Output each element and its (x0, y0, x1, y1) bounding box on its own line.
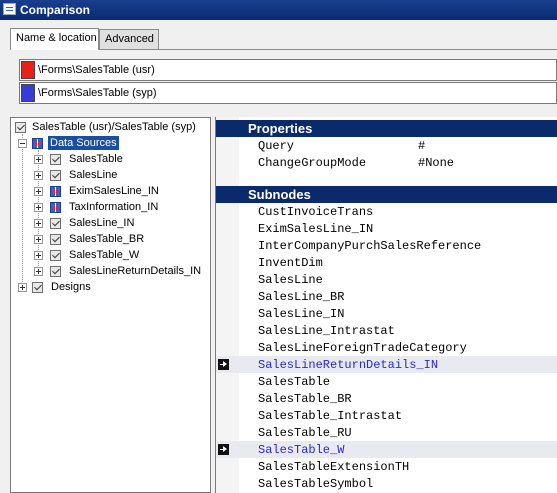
subnode-row[interactable]: InterCompanyPurchSalesReference (216, 237, 557, 254)
syp-color-swatch (21, 84, 35, 102)
subnode-name: InventDim (258, 256, 323, 270)
syp-location-text: \Forms\SalesTable (syp) (38, 87, 157, 99)
checkbox-icon[interactable] (50, 250, 61, 261)
subnode-row[interactable]: SalesTable_Intrastat (216, 407, 557, 424)
checkbox-icon[interactable] (32, 282, 43, 293)
subnode-name: SalesTable_RU (258, 426, 352, 440)
goto-arrow-icon[interactable] (218, 444, 229, 455)
subnode-row[interactable]: InventDim (216, 254, 557, 271)
property-row[interactable]: ChangeGroupMode #None (216, 154, 557, 171)
property-name: ChangeGroupMode (258, 156, 367, 170)
tree-item-label: SalesTable_W (69, 249, 140, 261)
subnode-name: SalesTableSymbol (258, 477, 374, 491)
checkbox-icon[interactable] (50, 170, 61, 181)
collapse-icon[interactable] (18, 139, 27, 148)
subnode-row-highlighted[interactable]: SalesLineReturnDetails_IN (216, 356, 557, 373)
expand-icon[interactable] (34, 171, 43, 180)
checkbox-icon[interactable] (50, 154, 61, 165)
tab-name-location[interactable]: Name & location (10, 28, 99, 50)
expand-icon[interactable] (34, 267, 43, 276)
tree-item-label: SalesTable_BR (69, 233, 145, 245)
details-pane: Properties Query # ChangeGroupMode #None… (215, 117, 557, 493)
subnodes-header: Subnodes (216, 186, 557, 203)
syp-location-field[interactable]: \Forms\SalesTable (syp) (19, 82, 557, 104)
subnode-row[interactable]: SalesLine_Intrastat (216, 322, 557, 339)
window-icon (3, 3, 16, 15)
subnode-row[interactable]: SalesLine_BR (216, 288, 557, 305)
subnode-name: SalesLineReturnDetails_IN (258, 358, 439, 372)
expand-icon[interactable] (34, 251, 43, 260)
expand-icon[interactable] (34, 235, 43, 244)
tree-item-label: SalesLine (69, 169, 118, 181)
subnode-name: SalesTableExtensionTH (258, 460, 410, 474)
expand-icon[interactable] (18, 283, 27, 292)
subnode-row[interactable]: SalesTableSymbol (216, 475, 557, 492)
tab-advanced[interactable]: Advanced (99, 29, 159, 49)
subnode-name: SalesLine_BR (258, 290, 345, 304)
subnode-name: CustInvoiceTrans (258, 205, 374, 219)
subnode-row[interactable]: SalesTable_BR (216, 390, 557, 407)
object-tree[interactable]: SalesTable (usr)/SalesTable (syp) Data S… (10, 117, 211, 493)
tree-connector (22, 134, 23, 288)
subnode-name: SalesLine_IN (258, 307, 345, 321)
goto-arrow-icon[interactable] (218, 359, 229, 370)
tree-item-label: SalesLine_IN (69, 217, 135, 229)
properties-header-label: Properties (248, 121, 313, 136)
subnode-row[interactable]: SalesLineForeignTradeCategory (216, 339, 557, 356)
subnode-name: SalesLine (258, 273, 323, 287)
usr-location-text: \Forms\SalesTable (usr) (38, 64, 155, 76)
tree-item-label: SalesTable (69, 153, 123, 165)
subnode-name: SalesTable_W (258, 443, 345, 457)
subnode-row[interactable]: SalesLine_IN (216, 305, 557, 322)
subnode-name: SalesTable_BR (258, 392, 352, 406)
window-title: Comparison (20, 3, 91, 17)
expand-icon[interactable] (34, 203, 43, 212)
expand-icon[interactable] (34, 219, 43, 228)
subnode-row[interactable]: SalesTableExtensionTH (216, 458, 557, 475)
property-row[interactable]: Query # (216, 137, 557, 154)
tree-root-label: SalesTable (usr)/SalesTable (syp) (32, 121, 196, 133)
subnode-name: InterCompanyPurchSalesReference (258, 239, 482, 253)
subnode-name: SalesTable (258, 375, 331, 389)
subnode-name: EximSalesLine_IN (258, 222, 374, 236)
properties-header: Properties (216, 120, 557, 137)
subnode-row[interactable]: SalesTable (216, 373, 557, 390)
subnode-name: SalesTable_Intrastat (258, 409, 403, 423)
property-name: Query (258, 139, 295, 153)
diff-icon (50, 202, 61, 213)
checkbox-icon[interactable] (15, 122, 26, 133)
subnode-row[interactable]: EximSalesLine_IN (216, 220, 557, 237)
tree-item-label: TaxInformation_IN (69, 201, 159, 213)
subnode-row[interactable]: SalesTable_RU (216, 424, 557, 441)
tree-item-label: SalesLineReturnDetails_IN (69, 265, 202, 277)
expand-icon[interactable] (34, 187, 43, 196)
usr-color-swatch (21, 61, 35, 79)
tree-item-label: Designs (51, 281, 91, 293)
checkbox-icon[interactable] (50, 234, 61, 245)
subnodes-header-label: Subnodes (248, 187, 311, 202)
property-value: # (418, 139, 426, 153)
title-bar: Comparison (0, 0, 557, 20)
subnode-row[interactable]: SalesLine (216, 271, 557, 288)
checkbox-icon[interactable] (50, 218, 61, 229)
subnode-row-highlighted[interactable]: SalesTable_W (216, 441, 557, 458)
subnode-name: SalesLineForeignTradeCategory (258, 341, 467, 355)
data-sources-icon (32, 138, 43, 149)
usr-location-field[interactable]: \Forms\SalesTable (usr) (19, 59, 557, 81)
property-value: #None (418, 156, 455, 170)
expand-icon[interactable] (34, 155, 43, 164)
subnode-row[interactable]: CustInvoiceTrans (216, 203, 557, 220)
tree-item-label: Data Sources (48, 136, 119, 150)
tree-item-label: EximSalesLine_IN (69, 185, 159, 197)
subnode-name: SalesLine_Intrastat (258, 324, 395, 338)
diff-icon (50, 186, 61, 197)
checkbox-icon[interactable] (50, 266, 61, 277)
